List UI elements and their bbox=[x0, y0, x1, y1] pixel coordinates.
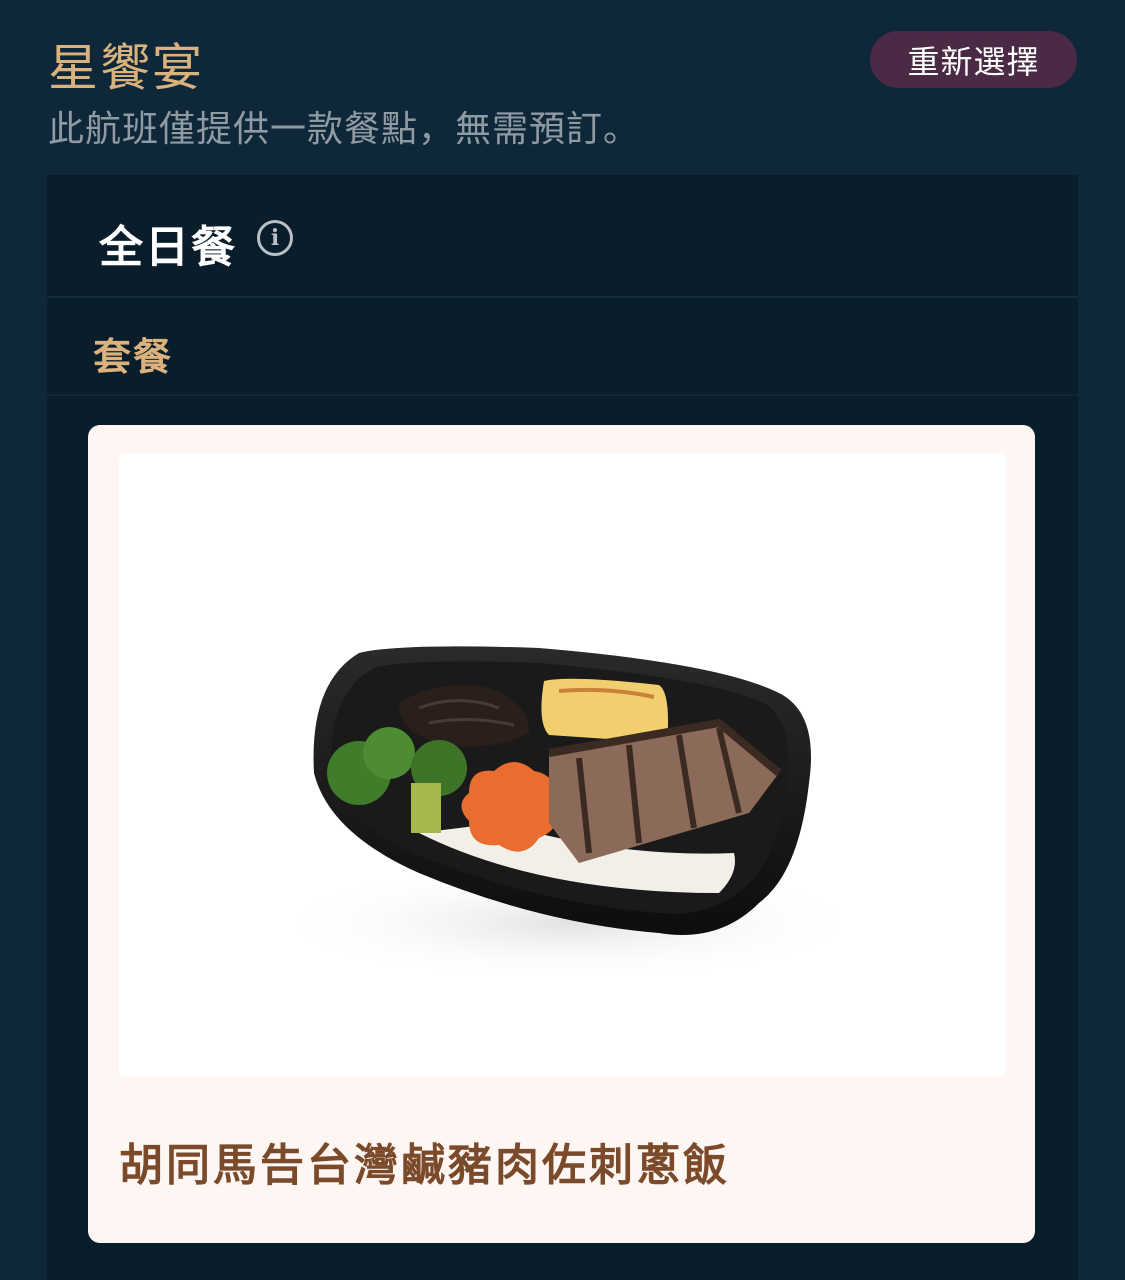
dish-name: 胡同馬告台灣鹹豬肉佐刺蔥飯 bbox=[119, 1140, 730, 1191]
category-label: 套餐 bbox=[93, 335, 174, 379]
dish-photo bbox=[119, 453, 1006, 1077]
info-icon[interactable]: i bbox=[257, 220, 293, 256]
dish-card[interactable]: 胡同馬告台灣鹹豬肉佐刺蔥飯 bbox=[88, 425, 1035, 1243]
page-title: 星饗宴 bbox=[48, 39, 204, 97]
meal-panel: 全日餐 i 套餐 胡同馬告台灣鹹豬肉佐刺蔥飯 bbox=[47, 175, 1078, 1280]
meal-title: 全日餐 bbox=[99, 222, 237, 273]
meal-category: 套餐 bbox=[47, 298, 1078, 396]
meal-header: 全日餐 i bbox=[47, 175, 1078, 298]
page-subtitle: 此航班僅提供一款餐點，無需預訂。 bbox=[48, 109, 641, 150]
reselect-button[interactable]: 重新選擇 bbox=[870, 31, 1077, 88]
bento-box-image bbox=[269, 646, 869, 983]
